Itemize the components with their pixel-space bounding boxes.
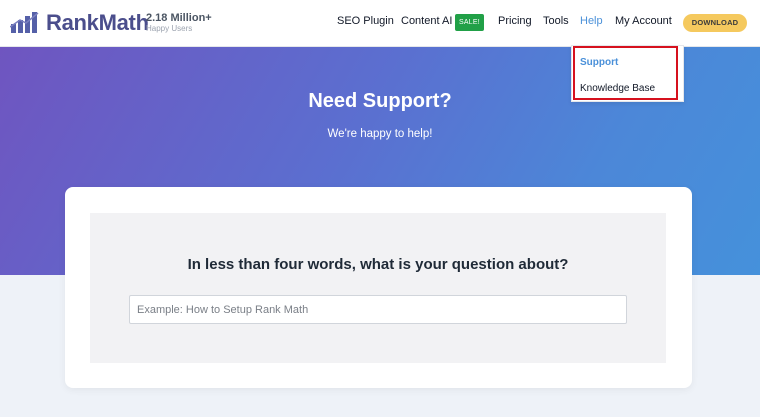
nav-my-account[interactable]: My Account <box>615 15 672 31</box>
support-search-input[interactable] <box>129 295 627 324</box>
dropdown-item-support[interactable]: Support <box>580 57 618 68</box>
nav-seo-plugin[interactable]: SEO Plugin <box>337 15 394 31</box>
stats-label: Happy Users <box>146 24 193 33</box>
nav-content-ai[interactable]: Content AI <box>401 15 452 31</box>
support-search-card: In less than four words, what is your qu… <box>65 187 692 388</box>
bar-chart-logo-icon <box>10 12 39 33</box>
dropdown-item-knowledge-base[interactable]: Knowledge Base <box>580 83 655 94</box>
sale-badge: SALE! <box>455 14 484 31</box>
site-header: RankMath 2.18 Million+ Happy Users SEO P… <box>0 0 760 47</box>
nav-help[interactable]: Help <box>580 15 603 31</box>
brand-name: RankMath <box>46 10 149 35</box>
nav-tools[interactable]: Tools <box>543 15 569 31</box>
stats-number: 2.18 Million+ <box>146 12 212 24</box>
download-button[interactable]: DOWNLOAD <box>683 14 747 32</box>
help-dropdown-menu: Support Knowledge Base <box>571 45 684 102</box>
rankmath-logo[interactable]: RankMath <box>10 10 149 36</box>
nav-pricing[interactable]: Pricing <box>498 15 532 31</box>
page-subtitle: We're happy to help! <box>327 128 433 140</box>
search-question-heading: In less than four words, what is your qu… <box>187 256 569 273</box>
user-stats: 2.18 Million+ Happy Users <box>146 12 212 34</box>
search-panel: In less than four words, what is your qu… <box>90 213 666 363</box>
